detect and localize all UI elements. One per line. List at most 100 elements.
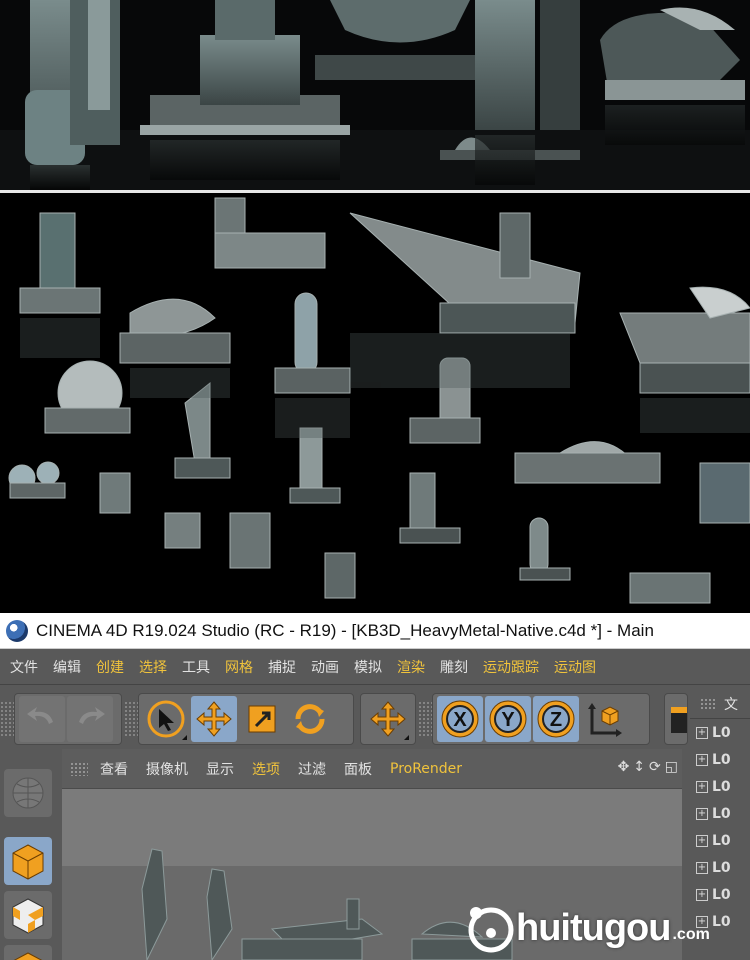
menu-mograph[interactable]: 运动图 [554, 657, 596, 677]
object-manager-header: 文 [690, 689, 750, 719]
render-group [664, 693, 688, 745]
toolbar-grip[interactable] [418, 701, 432, 737]
cube-icon [12, 844, 44, 880]
object-row[interactable]: + L0 [690, 746, 750, 773]
checker-cube-icon [12, 898, 44, 934]
watermark-suffix: .com [672, 926, 710, 943]
live-selection-button[interactable] [143, 696, 189, 742]
object-row[interactable]: + L0 [690, 827, 750, 854]
layer-null-icon: L0 [712, 751, 731, 768]
undo-icon [27, 707, 53, 724]
title-bar: CINEMA 4D R19.024 Studio (RC - R19) - [K… [0, 613, 750, 649]
texture-mode-button[interactable] [4, 891, 52, 939]
menu-motion-tracking[interactable]: 运动跟踪 [483, 657, 539, 677]
redo-button[interactable] [67, 696, 113, 742]
expand-icon[interactable]: + [696, 834, 708, 847]
points-mode-button[interactable] [4, 945, 52, 960]
object-panel-grip[interactable] [700, 697, 716, 710]
watermark-text: huitugou [516, 906, 671, 949]
scale-icon [248, 705, 276, 733]
undo-button[interactable] [19, 696, 65, 742]
svg-text:Y: Y [501, 709, 515, 731]
expand-icon[interactable]: + [696, 726, 708, 739]
object-row[interactable]: + L0 [690, 773, 750, 800]
watermark: huitugou .com [466, 898, 710, 958]
undo-redo-group [14, 693, 122, 745]
transform-tools-group [138, 693, 354, 745]
viewport-menu-panel[interactable]: 面板 [344, 759, 372, 779]
viewport-nav-controls: ✥ ↕ ⟳ ◱ [618, 759, 678, 775]
z-axis-icon: Z [537, 700, 575, 738]
expand-icon[interactable]: + [696, 780, 708, 793]
cube-icon [13, 952, 43, 960]
maximize-icon[interactable]: ◱ [665, 759, 678, 775]
expand-icon[interactable]: + [696, 861, 708, 874]
render-image-top [0, 0, 750, 190]
layer-null-icon: L0 [712, 832, 731, 849]
orbit-icon[interactable]: ⟳ [649, 759, 661, 775]
bear-logo-icon [468, 907, 514, 953]
x-axis-lock-button[interactable]: X [437, 696, 483, 742]
menu-render[interactable]: 渲染 [397, 657, 425, 677]
y-axis-lock-button[interactable]: Y [485, 696, 531, 742]
viewport-menu-display[interactable]: 显示 [206, 759, 234, 779]
viewport-menu-options[interactable]: 选项 [252, 759, 280, 779]
redo-icon [79, 707, 105, 724]
cursor-icon [147, 700, 185, 738]
clapper-icon [671, 707, 687, 733]
object-row[interactable]: + L0 [690, 719, 750, 746]
left-palette [0, 749, 56, 960]
expand-icon[interactable]: + [696, 807, 708, 820]
globe-grid-icon [12, 777, 44, 809]
menu-select[interactable]: 选择 [139, 657, 167, 677]
recent-tool-button[interactable] [365, 696, 411, 742]
viewport-grip[interactable] [70, 761, 88, 776]
menu-animate[interactable]: 动画 [311, 657, 339, 677]
layer-null-icon: L0 [712, 805, 731, 822]
svg-text:X: X [453, 709, 467, 731]
svg-text:Z: Z [550, 709, 562, 731]
menu-create[interactable]: 创建 [96, 657, 124, 677]
menu-edit[interactable]: 编辑 [53, 657, 81, 677]
layer-null-icon: L0 [712, 886, 731, 903]
object-menu-file[interactable]: 文 [724, 694, 738, 714]
menu-simulate[interactable]: 模拟 [354, 657, 382, 677]
window-title: CINEMA 4D R19.024 Studio (RC - R19) - [K… [36, 620, 654, 640]
pan-icon[interactable]: ✥ [618, 759, 630, 775]
move-tool-button[interactable] [191, 696, 237, 742]
coordinate-system-button[interactable] [581, 696, 627, 742]
rotate-icon [295, 704, 325, 734]
viewport-menu-filter[interactable]: 过滤 [298, 759, 326, 779]
object-row[interactable]: + L0 [690, 854, 750, 881]
viewport-menu-cameras[interactable]: 摄像机 [146, 759, 188, 779]
z-axis-lock-button[interactable]: Z [533, 696, 579, 742]
x-axis-icon: X [441, 700, 479, 738]
toolbar-grip[interactable] [0, 701, 14, 737]
coordinate-system-icon [588, 703, 622, 737]
scale-tool-button[interactable] [239, 696, 285, 742]
layer-null-icon: L0 [712, 724, 731, 741]
move-icon [196, 701, 232, 737]
object-row[interactable]: + L0 [690, 800, 750, 827]
expand-icon[interactable]: + [696, 753, 708, 766]
viewport-menubar: 查看 摄像机 显示 选项 过滤 面板 ProRender ✥ ↕ ⟳ ◱ [62, 749, 682, 789]
main-toolbar: X Y Z [0, 685, 750, 747]
toolbar-grip[interactable] [124, 701, 138, 737]
page: CINEMA 4D R19.024 Studio (RC - R19) - [K… [0, 0, 750, 960]
menu-sculpt[interactable]: 雕刻 [440, 657, 468, 677]
model-mode-button[interactable] [4, 837, 52, 885]
menu-file[interactable]: 文件 [10, 657, 38, 677]
menu-snap[interactable]: 捕捉 [268, 657, 296, 677]
y-axis-icon: Y [489, 700, 527, 738]
rotate-tool-button[interactable] [287, 696, 333, 742]
render-view-button[interactable] [669, 696, 687, 742]
viewport-menu-prorender[interactable]: ProRender [390, 761, 462, 777]
cinema4d-logo-icon [6, 619, 28, 642]
menu-mesh[interactable]: 网格 [225, 657, 253, 677]
layer-null-icon: L0 [712, 859, 731, 876]
workplane-button[interactable] [4, 769, 52, 817]
zoom-icon[interactable]: ↕ [633, 759, 645, 775]
menu-tools[interactable]: 工具 [182, 657, 210, 677]
axis-lock-group: X Y Z [432, 693, 650, 745]
viewport-menu-view[interactable]: 查看 [100, 759, 128, 779]
